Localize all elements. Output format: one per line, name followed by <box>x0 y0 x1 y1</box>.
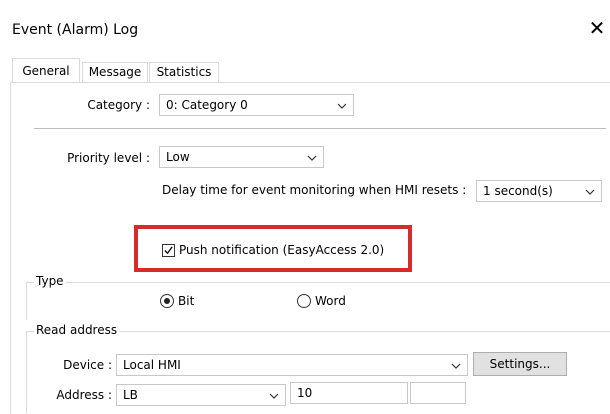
category-label: Category : <box>87 98 150 112</box>
tab-statistics[interactable]: Statistics <box>149 62 219 82</box>
tab-general[interactable]: General <box>12 58 80 82</box>
push-notification-label: Push notification (EasyAccess 2.0) <box>179 243 385 257</box>
tab-general-label: General <box>22 64 70 78</box>
chevron-down-icon <box>269 393 279 399</box>
chevron-down-icon <box>307 155 317 161</box>
device-label: Device : <box>63 358 112 372</box>
push-notification-checkbox[interactable] <box>162 244 175 257</box>
word-label: Word <box>315 294 346 308</box>
bit-label: Bit <box>178 294 195 308</box>
bit-radio[interactable] <box>160 294 174 308</box>
device-select[interactable]: Local HMI <box>116 354 468 376</box>
checkmark-icon <box>164 246 173 255</box>
device-value: Local HMI <box>123 358 181 372</box>
address-suffix-input[interactable] <box>410 382 466 404</box>
address-type-value: LB <box>123 388 138 402</box>
tab-message[interactable]: Message <box>82 62 148 82</box>
settings-button[interactable]: Settings... <box>473 352 567 376</box>
close-icon: ✕ <box>588 16 606 40</box>
separator <box>34 128 606 129</box>
address-label: Address : <box>56 388 112 402</box>
priority-label: Priority level : <box>67 151 150 165</box>
word-radio[interactable] <box>297 294 311 308</box>
chevron-down-icon <box>585 189 595 195</box>
priority-select[interactable]: Low <box>159 146 324 168</box>
address-input[interactable]: 10 <box>290 382 408 404</box>
address-type-select[interactable]: LB <box>116 384 286 406</box>
tab-message-label: Message <box>88 65 142 79</box>
radio-dot <box>164 298 170 304</box>
delay-label: Delay time for event monitoring when HMI… <box>162 183 467 197</box>
delay-value: 1 second(s) <box>483 184 553 198</box>
read-address-group-label: Read address <box>34 323 120 337</box>
priority-value: Low <box>166 150 190 164</box>
window-title: Event (Alarm) Log <box>12 22 139 38</box>
category-select[interactable]: 0: Category 0 <box>159 94 354 116</box>
category-value: 0: Category 0 <box>166 98 248 112</box>
chevron-down-icon <box>451 363 461 369</box>
close-button[interactable]: ✕ <box>586 17 608 39</box>
tab-statistics-label: Statistics <box>156 65 212 79</box>
chevron-down-icon <box>337 103 347 109</box>
address-value: 10 <box>297 386 313 400</box>
delay-select[interactable]: 1 second(s) <box>476 180 602 202</box>
settings-button-label: Settings... <box>489 357 551 371</box>
type-group-label: Type <box>34 274 66 288</box>
